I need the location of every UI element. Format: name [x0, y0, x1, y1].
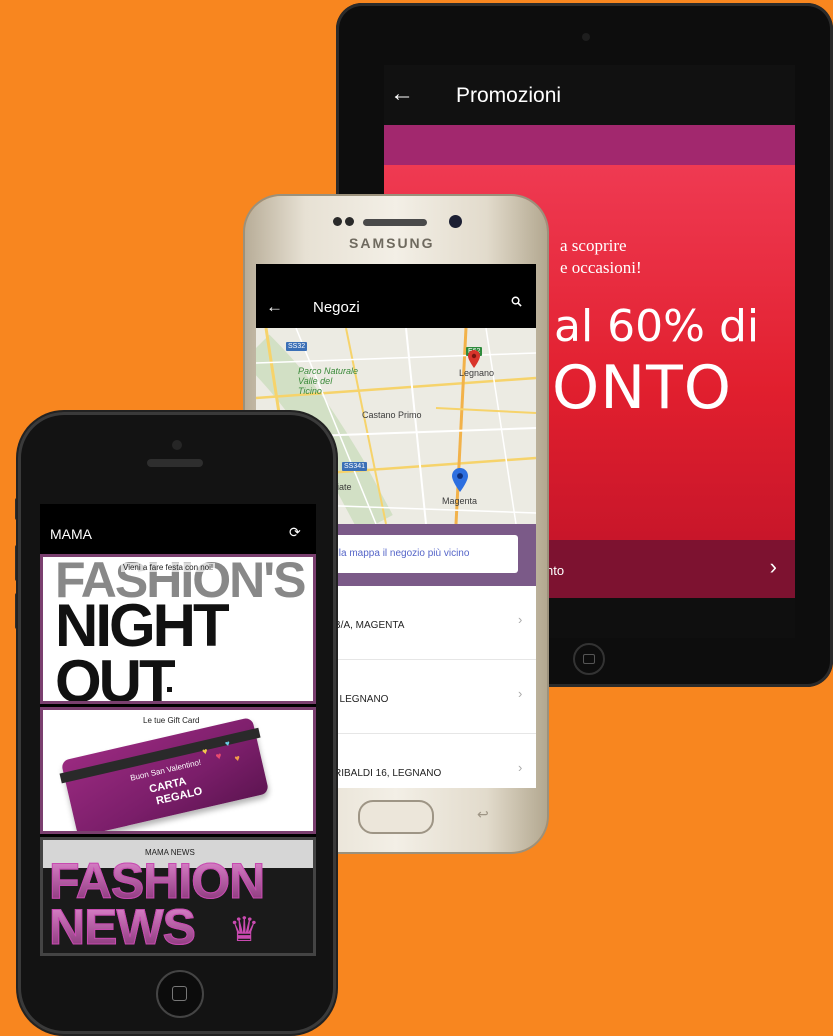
promo-subtitle-line1: a scoprire	[560, 236, 627, 255]
promo-subtitle-line2: e occasioni!	[560, 258, 642, 277]
road-badge-ss341: SS341	[342, 462, 368, 471]
find-nearest-store-button[interactable]: sulla mappa il negozio più vicino	[318, 535, 518, 573]
promo-action-label: nto	[546, 563, 565, 578]
iphone-home-button[interactable]	[156, 970, 204, 1018]
tablet-app-bar: ← Promozioni	[384, 65, 795, 125]
arrow-left-icon[interactable]: ←	[390, 80, 414, 108]
heart-icon: ♥	[214, 750, 223, 763]
stores-app-bar: ← Negozi	[256, 264, 536, 328]
fashion-night-out-card[interactable]: FASHION'S Vieni a fare festa con noi! NI…	[40, 554, 316, 704]
sensor-dot	[333, 217, 342, 226]
gift-card-image: Buon San Valentino! CARTA REGALO ♥ ♥ ♥ ♥	[59, 716, 270, 831]
earpiece-speaker	[147, 459, 203, 467]
store-address: B/A, MAGENTA	[334, 620, 405, 631]
store-address: RIBALDI 16, LEGNANO	[334, 768, 442, 779]
page-title: Negozi	[313, 299, 360, 316]
front-camera	[172, 440, 182, 450]
samsung-home-button[interactable]	[358, 800, 434, 834]
map-label-magenta: Magenta	[442, 496, 478, 506]
brand-logo: SAMSUNG	[349, 235, 435, 251]
fno-line3: OUT	[55, 648, 176, 704]
map-pin-red-icon[interactable]	[468, 350, 480, 368]
heart-icon: ♥	[233, 752, 242, 764]
gift-card-card[interactable]: Le tue Gift Card Buon San Valentino! CAR…	[40, 707, 316, 834]
crown-icon: ♛	[229, 911, 260, 949]
map-pin-blue-icon[interactable]	[452, 468, 468, 492]
home-square-icon	[583, 654, 595, 664]
page-title: Promozioni	[456, 84, 562, 107]
chevron-right-icon: ›	[769, 554, 777, 579]
news-line2: NEWS	[49, 899, 197, 955]
road-badge-ss32: SS32	[286, 342, 308, 351]
app-title: MAMA	[50, 526, 92, 542]
promo-headline-line2: ONTO	[552, 353, 732, 423]
tablet-camera	[582, 33, 590, 41]
search-icon[interactable]	[511, 296, 522, 307]
iphone-screen: MAMA ⟳ FASHION'S Vieni a fare festa con …	[40, 504, 316, 956]
front-camera	[449, 215, 462, 228]
fashion-news-card[interactable]: MAMA NEWS FASHION NEWS ♛	[40, 837, 316, 956]
tablet-category-strip	[384, 125, 795, 165]
chevron-right-icon: ›	[518, 760, 523, 775]
promo-headline-line1: al 60% di	[554, 301, 760, 352]
map-label-legnano: Legnano	[459, 368, 495, 378]
tablet-home-button[interactable]	[573, 643, 605, 675]
sensor-dot	[345, 217, 354, 226]
chevron-right-icon: ›	[518, 612, 523, 627]
find-nearest-label: sulla mappa il negozio più vicino	[326, 548, 470, 559]
arrow-left-icon[interactable]: ←	[266, 297, 283, 317]
chevron-right-icon: ›	[518, 686, 523, 701]
fno-caption: Vieni a fare festa con noi!	[121, 563, 216, 572]
refresh-icon[interactable]: ⟳	[289, 524, 301, 541]
iphone-device: MAMA ⟳ FASHION'S Vieni a fare festa con …	[18, 412, 336, 1034]
gift-caption: Le tue Gift Card	[143, 716, 200, 725]
store-address: , LEGNANO	[334, 694, 389, 705]
home-square-icon	[172, 986, 187, 1001]
earpiece-speaker	[363, 219, 427, 226]
map-label-castano: Castano Primo	[362, 410, 422, 420]
fno-dot	[167, 687, 172, 692]
mama-app-bar: MAMA ⟳	[40, 504, 316, 554]
back-key-icon[interactable]: ↩	[477, 806, 489, 823]
map-label-park: Parco Naturale Valle del Ticino	[298, 366, 359, 396]
